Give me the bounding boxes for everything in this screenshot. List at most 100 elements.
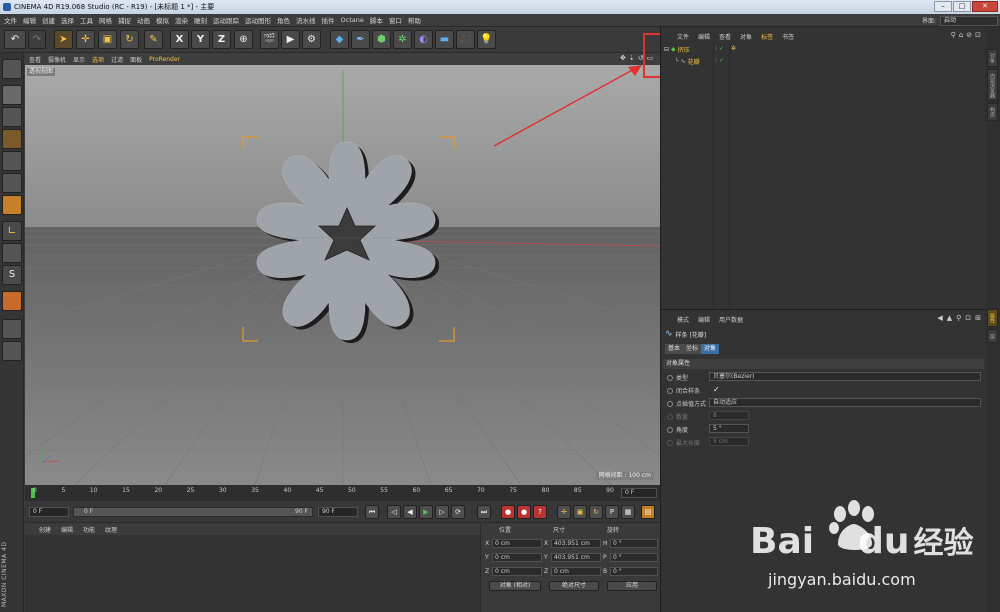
vp-menu-options[interactable]: 选项	[92, 55, 104, 64]
menu-plugins[interactable]: 插件	[322, 15, 335, 25]
rotate-icon[interactable]: ↻	[120, 30, 139, 49]
tab-attributes-vertical[interactable]: 属性	[987, 309, 998, 327]
timeline-frame-field[interactable]: 0 F	[621, 488, 657, 498]
texture-mode-icon[interactable]	[2, 107, 22, 127]
obj-menu-edit[interactable]: 编辑	[698, 32, 710, 41]
subdivision-surface-icon[interactable]: ⬢	[372, 30, 391, 49]
redo-icon[interactable]: ↷	[28, 30, 46, 49]
back-arrow-icon[interactable]: ◀	[937, 314, 942, 322]
parameter-key-icon[interactable]: P	[605, 505, 619, 519]
pen-spline-icon[interactable]: ✒	[351, 30, 370, 49]
undo-icon[interactable]: ↶	[4, 30, 26, 49]
tab-coordinates[interactable]: 坐标	[683, 344, 702, 354]
minimize-button[interactable]: –	[934, 1, 952, 12]
model-mode-icon[interactable]	[2, 85, 22, 105]
select-arrow-icon[interactable]: ➤	[54, 30, 73, 49]
array-generator-icon[interactable]: ✲	[393, 30, 412, 49]
lock-icon[interactable]: ⊡	[965, 314, 971, 322]
new-panel-icon[interactable]: ⊞	[975, 314, 981, 322]
rotation-key-icon[interactable]: ↻	[589, 505, 603, 519]
menu-snap[interactable]: 捕捉	[118, 15, 131, 25]
object-name[interactable]: 挤压	[678, 45, 690, 54]
go-to-end-icon[interactable]: ⏭	[477, 505, 491, 519]
attr-menu-userdata[interactable]: 用户数据	[719, 315, 743, 324]
z-axis-icon[interactable]: Z	[212, 30, 231, 49]
vp-menu-display[interactable]: 显示	[73, 55, 85, 64]
angle-field[interactable]: 5 °	[709, 424, 749, 433]
pla-key-icon[interactable]: ▦	[621, 505, 635, 519]
tab-basic[interactable]: 基本	[665, 344, 684, 354]
light-icon[interactable]: 💡	[477, 30, 496, 49]
vp-menu-filter[interactable]: 过滤	[111, 55, 123, 64]
filter-icon[interactable]: ⊘	[966, 31, 972, 39]
position-key-icon[interactable]: ✛	[557, 505, 571, 519]
tab-object[interactable]: 对象	[701, 344, 720, 354]
timeline-window-icon[interactable]: ▤	[641, 505, 655, 519]
tab-layers-vertical[interactable]: 层	[987, 329, 998, 343]
menu-character[interactable]: 角色	[277, 15, 290, 25]
make-editable-icon[interactable]	[2, 59, 22, 79]
obj-menu-tags[interactable]: 标签	[761, 32, 773, 41]
tab-structure-vertical[interactable]: 构造	[987, 103, 998, 121]
camera-icon[interactable]: 🎥	[456, 30, 475, 49]
menu-simulate[interactable]: 模拟	[156, 15, 169, 25]
animate-dot-icon[interactable]	[667, 387, 673, 394]
apply-button[interactable]: 应用	[607, 581, 657, 591]
menu-create[interactable]: 创建	[42, 15, 55, 25]
visibility-dots-icon[interactable]: ⁝ ✓	[715, 57, 724, 64]
menu-script[interactable]: 脚本	[370, 15, 383, 25]
go-to-start-icon[interactable]: ⏮	[365, 505, 379, 519]
menu-sculpt[interactable]: 雕刻	[194, 15, 207, 25]
maximize-button[interactable]: □	[953, 1, 971, 12]
menu-mograph[interactable]: 运动图形	[245, 15, 271, 25]
animate-dot-icon[interactable]	[667, 374, 673, 381]
polygons-mode-icon[interactable]	[2, 195, 22, 215]
floor-scene-icon[interactable]: ▬	[435, 30, 454, 49]
tree-collapse-icon[interactable]: ⊟	[664, 46, 669, 53]
position-y-field[interactable]: 0 cm	[492, 553, 542, 562]
coord-mode-dropdown[interactable]: 对象 (相对)	[489, 581, 541, 591]
object-row-extrude[interactable]: ⊟ ◆ 挤压	[664, 45, 690, 54]
tab-content-browser-vertical[interactable]: 内容浏览器	[987, 69, 998, 101]
vp-menu-prorender[interactable]: ProRender	[149, 56, 180, 63]
obj-menu-view[interactable]: 查看	[719, 32, 731, 41]
previous-frame-icon[interactable]: ◀	[403, 505, 417, 519]
visibility-dots-icon[interactable]: ⁝ ✓	[715, 45, 724, 52]
coordinate-system-icon[interactable]: ⊕	[234, 30, 253, 49]
attr-menu-edit[interactable]: 编辑	[698, 315, 710, 324]
position-z-field[interactable]: 0 cm	[492, 567, 542, 576]
next-key-icon[interactable]: ⟳	[451, 505, 465, 519]
frame-range-slider[interactable]: 0 F 90 F	[73, 507, 313, 517]
snap-icon[interactable]: S	[2, 265, 22, 285]
render-settings-icon[interactable]: ⚙	[302, 30, 321, 49]
edges-mode-icon[interactable]	[2, 173, 22, 193]
expand-icon[interactable]: ⊡	[975, 31, 981, 39]
size-mode-dropdown[interactable]: 绝对尺寸	[549, 581, 599, 591]
attr-menu-mode[interactable]: 模式	[677, 315, 689, 324]
move-icon[interactable]: ✛	[76, 30, 95, 49]
close-button[interactable]: ✕	[972, 1, 998, 12]
search-icon[interactable]: ⚲	[951, 31, 956, 39]
up-arrow-icon[interactable]: ▲	[947, 314, 952, 322]
tab-objects-vertical[interactable]: 对象	[987, 49, 998, 67]
menu-help[interactable]: 帮助	[408, 15, 421, 25]
animate-dot-icon[interactable]	[667, 400, 673, 407]
mat-menu-texture[interactable]: 纹理	[105, 525, 117, 534]
tag-icon[interactable]: ✲	[731, 45, 736, 52]
size-x-field[interactable]: 403.951 cm	[551, 539, 601, 548]
vp-menu-camera[interactable]: 摄像机	[48, 55, 66, 64]
obj-menu-file[interactable]: 文件	[677, 32, 689, 41]
rotation-h-field[interactable]: 0 °	[610, 539, 658, 548]
obj-menu-bookmarks[interactable]: 书签	[782, 32, 794, 41]
menu-file[interactable]: 文件	[4, 15, 17, 25]
menu-edit[interactable]: 编辑	[23, 15, 36, 25]
object-name[interactable]: 花瓣	[688, 57, 700, 66]
position-x-field[interactable]: 0 cm	[492, 539, 542, 548]
recent-tools-icon[interactable]: ✎	[144, 30, 163, 49]
lock-workplane-icon[interactable]	[2, 291, 22, 311]
menu-motion-tracking[interactable]: 运动跟踪	[213, 15, 239, 25]
solo-icon[interactable]	[2, 341, 22, 361]
menu-animate[interactable]: 动画	[137, 15, 150, 25]
obj-menu-object[interactable]: 对象	[740, 32, 752, 41]
menu-tools[interactable]: 工具	[80, 15, 93, 25]
